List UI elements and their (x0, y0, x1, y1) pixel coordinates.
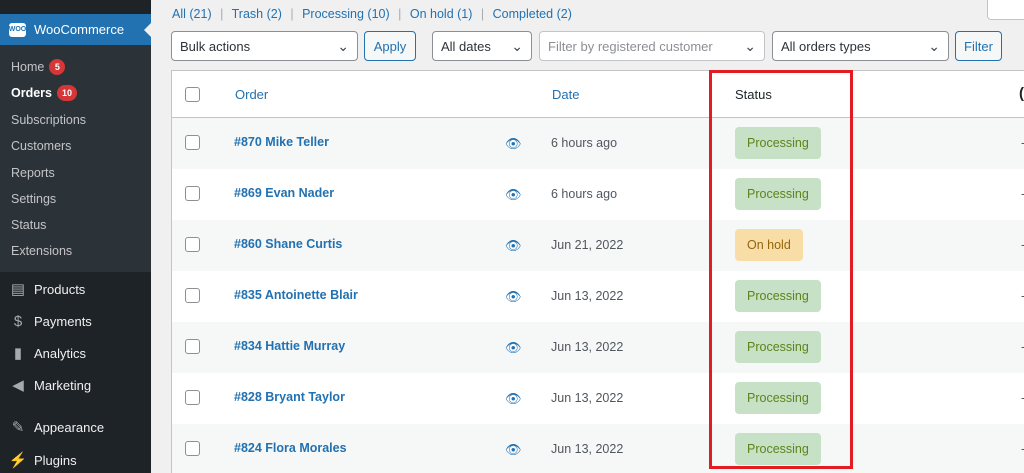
archive-icon: ▤ (10, 281, 26, 298)
megaphone-icon: ◀ (12, 377, 24, 394)
preview-eye-icon[interactable]: 👁 (505, 442, 522, 458)
date-column-header[interactable]: Date (552, 87, 579, 102)
chevron-down-icon: ⌄ (744, 38, 756, 54)
status-column-highlight (709, 70, 853, 469)
row-checkbox[interactable] (185, 186, 200, 201)
view-all-link[interactable]: All (21) (172, 7, 212, 21)
menu-label: Analytics (34, 345, 87, 361)
order-date: 6 hours ago (551, 187, 618, 201)
chevron-down-icon: ⌄ (337, 38, 349, 54)
filter-button[interactable]: Filter (955, 31, 1002, 61)
preview-eye-icon[interactable]: 👁 (505, 289, 522, 305)
menu-item-appearance[interactable]: ✎ Appearance (0, 412, 151, 442)
preview-eye-icon[interactable]: 👁 (505, 187, 522, 203)
bulk-actions-select[interactable]: Bulk actions ⌄ (171, 31, 358, 61)
view-completed-link[interactable]: Completed (2) (493, 7, 572, 21)
order-date: Jun 13, 2022 (551, 391, 624, 405)
orders-table: Order Date Status ( #870 Mike Teller 👁 6… (171, 70, 1024, 473)
paintbrush-icon: ✎ (11, 419, 25, 436)
menu-item-analytics[interactable]: ▮ Analytics (0, 338, 151, 368)
submenu-item-settings[interactable]: Settings (11, 186, 56, 212)
bar-chart-icon: ▮ (13, 345, 23, 362)
screen-options-box[interactable] (987, 0, 1024, 20)
submenu-item-subscriptions[interactable]: Subscriptions (11, 107, 86, 133)
preview-eye-icon[interactable]: 👁 (505, 340, 522, 356)
submenu-label: Home (11, 60, 45, 74)
row-checkbox[interactable] (185, 390, 200, 405)
menu-item-payments[interactable]: $ Payments (0, 306, 151, 336)
submenu-item-reports[interactable]: Reports (11, 160, 55, 186)
preview-eye-icon[interactable]: 👁 (505, 391, 522, 407)
customer-filter-select[interactable]: Filter by registered customer ⌄ (539, 31, 765, 61)
order-link[interactable]: #835 Antoinette Blair (234, 288, 358, 302)
view-on-hold-link[interactable]: On hold (1) (410, 7, 473, 21)
notification-badge: 5 (49, 59, 66, 75)
order-column-header[interactable]: Order (235, 87, 268, 102)
menu-label: Appearance (34, 419, 105, 435)
submenu-item-orders[interactable]: Orders 10 (11, 80, 78, 106)
row-checkbox[interactable] (185, 441, 200, 456)
order-link[interactable]: #860 Shane Curtis (234, 237, 342, 251)
dollar-icon: $ (13, 312, 23, 330)
row-checkbox[interactable] (185, 135, 200, 150)
table-row[interactable]: #824 Flora Morales 👁 Jun 13, 2022 Proces… (172, 424, 1024, 473)
select-all-checkbox[interactable] (185, 87, 200, 102)
order-status-views: All (21) | Trash (2) | Processing (10) |… (172, 7, 572, 21)
order-date: Jun 13, 2022 (551, 340, 624, 354)
order-date: Jun 13, 2022 (551, 289, 624, 303)
notification-badge: 10 (57, 85, 78, 101)
menu-item-products[interactable]: ▤ Products (0, 274, 151, 304)
row-checkbox[interactable] (185, 339, 200, 354)
table-row[interactable]: #869 Evan Nader 👁 6 hours ago Processing… (172, 169, 1024, 220)
dates-select[interactable]: All dates ⌄ (432, 31, 532, 61)
order-link[interactable]: #870 Mike Teller (234, 135, 329, 149)
submenu-item-extensions[interactable]: Extensions (11, 238, 72, 264)
menu-label: Payments (34, 313, 92, 329)
menu-item-plugins[interactable]: ⚡ Plugins (0, 445, 151, 473)
menu-label: Products (34, 281, 86, 297)
order-date: Jun 13, 2022 (551, 442, 624, 456)
admin-sidebar: WOO WooCommerce Home 5 Orders 10 Subscri… (0, 0, 152, 473)
submenu-item-customers[interactable]: Customers (11, 133, 71, 159)
order-date: Jun 21, 2022 (551, 238, 624, 252)
order-date: 6 hours ago (551, 136, 618, 150)
row-checkbox[interactable] (185, 237, 200, 252)
truncated-column-header: ( (1019, 85, 1024, 102)
preview-eye-icon[interactable]: 👁 (505, 136, 522, 152)
woocommerce-submenu: Home 5 Orders 10 Subscriptions Customers… (0, 45, 151, 272)
order-link[interactable]: #869 Evan Nader (234, 186, 334, 200)
view-trash-link[interactable]: Trash (2) (232, 7, 282, 21)
submenu-label: Orders (11, 86, 52, 100)
order-types-select[interactable]: All orders types ⌄ (772, 31, 949, 61)
order-link[interactable]: #828 Bryant Taylor (234, 390, 345, 404)
order-link[interactable]: #824 Flora Morales (234, 441, 347, 455)
menu-label: Marketing (34, 377, 92, 393)
row-checkbox[interactable] (185, 288, 200, 303)
table-row[interactable]: #835 Antoinette Blair 👁 Jun 13, 2022 Pro… (172, 271, 1024, 322)
menu-item-woocommerce[interactable]: WOO WooCommerce (0, 14, 152, 45)
table-row[interactable]: #860 Shane Curtis 👁 Jun 21, 2022 On hold… (172, 220, 1024, 271)
submenu-item-home[interactable]: Home 5 (11, 54, 66, 80)
chevron-down-icon: ⌄ (511, 38, 523, 54)
woocommerce-icon: WOO (9, 22, 26, 37)
menu-item-marketing[interactable]: ◀ Marketing (0, 370, 151, 400)
chevron-down-icon: ⌄ (928, 38, 940, 54)
table-row[interactable]: #834 Hattie Murray 👁 Jun 13, 2022 Proces… (172, 322, 1024, 373)
menu-label-woocommerce: WooCommerce (34, 22, 125, 37)
submenu-item-status[interactable]: Status (11, 212, 46, 238)
table-row[interactable]: #828 Bryant Taylor 👁 Jun 13, 2022 Proces… (172, 373, 1024, 424)
order-link[interactable]: #834 Hattie Murray (234, 339, 345, 353)
view-processing-link[interactable]: Processing (10) (302, 7, 390, 21)
menu-label: Plugins (34, 452, 77, 468)
table-header: Order Date Status ( (172, 71, 1024, 118)
plugin-icon: ⚡ (8, 452, 28, 469)
apply-button[interactable]: Apply (364, 31, 416, 61)
table-row[interactable]: #870 Mike Teller 👁 6 hours ago Processin… (172, 118, 1024, 169)
preview-eye-icon[interactable]: 👁 (505, 238, 522, 254)
